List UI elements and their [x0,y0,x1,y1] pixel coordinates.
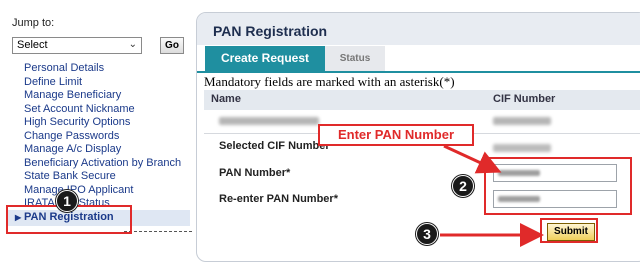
step-badge-2: 2 [452,175,474,197]
highlight-box-submit [540,218,598,243]
enter-pan-callout: Enter PAN Number [318,124,474,146]
step-badge-1: 1 [56,190,78,212]
highlight-box-pan-fields [484,157,632,215]
step-badge-3: 3 [416,223,438,245]
